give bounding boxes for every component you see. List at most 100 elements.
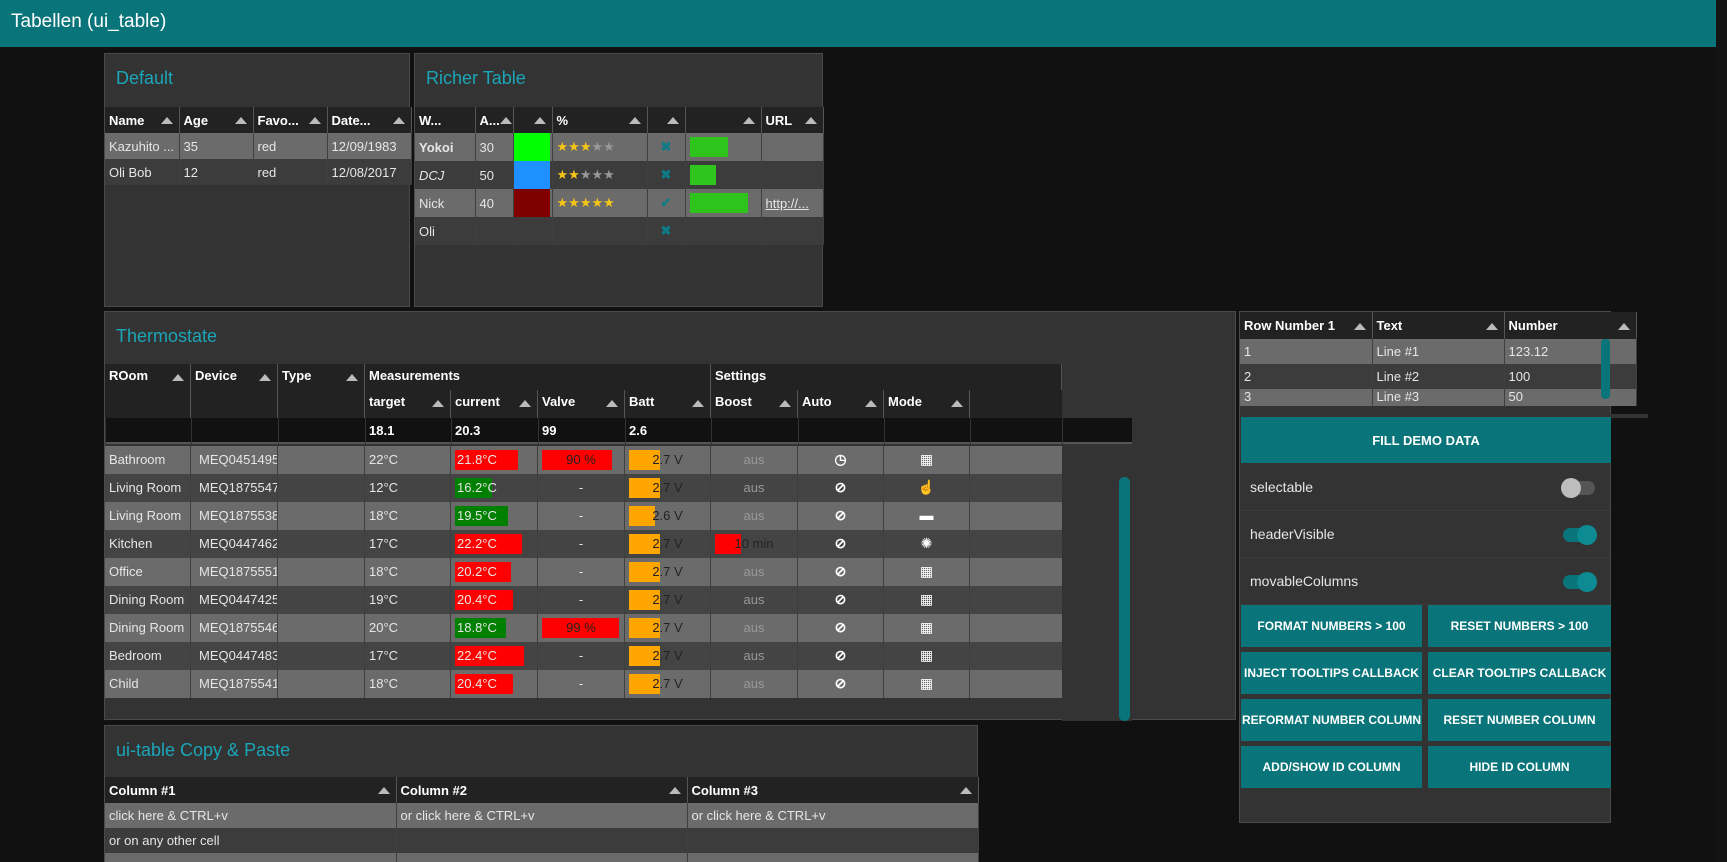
cell-device[interactable]: MEQ1875538 bbox=[191, 502, 278, 530]
cell[interactable] bbox=[687, 853, 979, 862]
cell-current[interactable]: 19.5°C bbox=[451, 502, 538, 530]
cell-check[interactable]: ✔ bbox=[647, 189, 686, 217]
cell-boost[interactable]: aus bbox=[711, 670, 798, 698]
column-header-number[interactable]: Number bbox=[1504, 312, 1637, 339]
sort-icon[interactable] bbox=[346, 374, 358, 381]
cell-device[interactable]: MEQ0451495 bbox=[191, 446, 278, 474]
column-header-text[interactable]: Text bbox=[1372, 312, 1505, 339]
cell-name[interactable]: DCJ bbox=[415, 161, 476, 189]
cell[interactable]: or on any other cell bbox=[105, 828, 397, 853]
sort-icon[interactable] bbox=[666, 117, 679, 124]
cell-mode[interactable]: ▦ bbox=[884, 446, 970, 474]
cell[interactable]: or click here & CTRL+v bbox=[396, 803, 688, 828]
cell-boost[interactable]: 10 min bbox=[711, 530, 798, 558]
cell-type[interactable] bbox=[278, 614, 365, 642]
cell-check[interactable]: ✖ bbox=[647, 161, 686, 189]
cell-type[interactable] bbox=[278, 586, 365, 614]
cell-type[interactable] bbox=[278, 530, 365, 558]
cell-valve[interactable]: - bbox=[538, 502, 625, 530]
sort-icon[interactable] bbox=[692, 400, 704, 407]
cell-batt[interactable]: 2.6 V bbox=[625, 502, 711, 530]
format-numbers-100-button[interactable]: FORMAT NUMBERS > 100 bbox=[1241, 605, 1422, 647]
cell-valve[interactable]: - bbox=[538, 586, 625, 614]
table-row[interactable]: Kazuhito ... 35 red 12/09/1983 bbox=[105, 133, 412, 159]
table-row[interactable]: Yokoi 30 ★★★★★ ✖ bbox=[415, 133, 824, 161]
table-row[interactable]: Oli ✖ bbox=[415, 217, 824, 245]
cell-progress[interactable] bbox=[685, 189, 762, 217]
cell-device[interactable]: MEQ0447425 bbox=[191, 586, 278, 614]
cell-auto[interactable]: ⊘ bbox=[798, 614, 884, 642]
vertical-scrollbar[interactable] bbox=[1119, 477, 1130, 721]
cell-mode[interactable]: ✺ bbox=[884, 530, 970, 558]
cell[interactable]: red bbox=[253, 133, 328, 159]
column-header-3[interactable]: Column #3 bbox=[687, 777, 979, 803]
table-row[interactable] bbox=[105, 853, 979, 862]
column-header-url[interactable]: URL bbox=[761, 107, 824, 133]
cell-color[interactable] bbox=[513, 133, 553, 161]
reset-numbers-100-button[interactable]: RESET NUMBERS > 100 bbox=[1428, 605, 1611, 647]
cell-target[interactable]: 17°C bbox=[365, 530, 451, 558]
cell-room[interactable]: Dining Room bbox=[105, 614, 191, 642]
column-header-boost[interactable]: Boost bbox=[711, 390, 798, 418]
cell[interactable]: 35 bbox=[179, 133, 254, 159]
cell-valve[interactable]: - bbox=[538, 558, 625, 586]
cell-valve[interactable]: - bbox=[538, 474, 625, 502]
cell-mode[interactable]: ▦ bbox=[884, 558, 970, 586]
sort-icon[interactable] bbox=[432, 400, 444, 407]
reset-number-column-button[interactable]: RESET NUMBER COLUMN bbox=[1428, 699, 1611, 741]
table-row[interactable]: Living Room MEQ1875538 18°C 19.5°C - 2.6 V aus… bbox=[105, 502, 1062, 530]
cell-room[interactable]: Dining Room bbox=[105, 586, 191, 614]
table-row[interactable]: 1 Line #1 123.12 bbox=[1240, 339, 1637, 364]
cell[interactable]: 12 bbox=[179, 159, 254, 185]
cell-rating[interactable]: ★★★★★ bbox=[552, 161, 648, 189]
cell[interactable]: 50 bbox=[1504, 389, 1637, 406]
cell-boost[interactable]: aus bbox=[711, 614, 798, 642]
cell-room[interactable]: Bedroom bbox=[105, 642, 191, 670]
column-header-favorite[interactable]: Favo... bbox=[253, 107, 328, 133]
column-header-type[interactable]: Type bbox=[278, 364, 365, 418]
cell-mode[interactable]: ☝ bbox=[884, 474, 970, 502]
column-header-valve[interactable]: Valve bbox=[538, 390, 625, 418]
cell[interactable] bbox=[396, 853, 688, 862]
cell-progress[interactable] bbox=[685, 161, 762, 189]
sort-icon[interactable] bbox=[804, 117, 817, 124]
cell-target[interactable]: 17°C bbox=[365, 642, 451, 670]
cell-room[interactable]: Office bbox=[105, 558, 191, 586]
group-header-settings[interactable]: Settings bbox=[711, 364, 1062, 390]
column-header-name[interactable]: W... bbox=[415, 107, 476, 133]
cell-current[interactable]: 18.8°C bbox=[451, 614, 538, 642]
cell-current[interactable]: 20.4°C bbox=[451, 586, 538, 614]
cell-type[interactable] bbox=[278, 502, 365, 530]
cell-batt[interactable]: 2.7 V bbox=[625, 558, 711, 586]
cell-auto[interactable]: ⊘ bbox=[798, 670, 884, 698]
cell-room[interactable]: Living Room bbox=[105, 474, 191, 502]
table-row[interactable]: 2 Line #2 100 bbox=[1240, 364, 1637, 389]
cell-name[interactable]: Yokoi bbox=[415, 133, 476, 161]
cell-progress[interactable] bbox=[685, 133, 762, 161]
sort-icon[interactable] bbox=[259, 374, 271, 381]
cell-mode[interactable]: ▦ bbox=[884, 642, 970, 670]
cell-valve[interactable]: 90 % bbox=[538, 446, 625, 474]
cell-age[interactable] bbox=[475, 217, 514, 245]
cell-current[interactable]: 21.8°C bbox=[451, 446, 538, 474]
cell-room[interactable]: Kitchen bbox=[105, 530, 191, 558]
cell[interactable]: 2 bbox=[1240, 364, 1373, 389]
sort-icon[interactable] bbox=[160, 117, 173, 124]
column-header-1[interactable]: Column #1 bbox=[105, 777, 397, 803]
cell-valve[interactable]: - bbox=[538, 530, 625, 558]
cell-mode[interactable]: ▦ bbox=[884, 614, 970, 642]
table-row[interactable]: Child MEQ1875541 18°C 20.4°C - 2.7 V aus ⊘ ▦ bbox=[105, 670, 1062, 698]
cell-auto[interactable]: ⊘ bbox=[798, 642, 884, 670]
column-header-target[interactable]: target bbox=[365, 390, 451, 418]
table-row[interactable]: click here & CTRL+v or click here & CTRL… bbox=[105, 803, 979, 828]
cell-age[interactable]: 30 bbox=[475, 133, 514, 161]
toggle-switch[interactable] bbox=[1563, 572, 1597, 592]
cell-name[interactable]: Nick bbox=[415, 189, 476, 217]
cell-current[interactable]: 20.2°C bbox=[451, 558, 538, 586]
table-row[interactable]: Bedroom MEQ0447483 17°C 22.4°C - 2.7 V aus ⊘ ▦ bbox=[105, 642, 1062, 670]
cell[interactable]: click here & CTRL+v bbox=[105, 803, 397, 828]
sort-icon[interactable] bbox=[234, 117, 247, 124]
sort-icon[interactable] bbox=[1617, 322, 1630, 330]
column-header-rating[interactable]: % bbox=[552, 107, 648, 133]
sort-icon[interactable] bbox=[742, 117, 755, 124]
